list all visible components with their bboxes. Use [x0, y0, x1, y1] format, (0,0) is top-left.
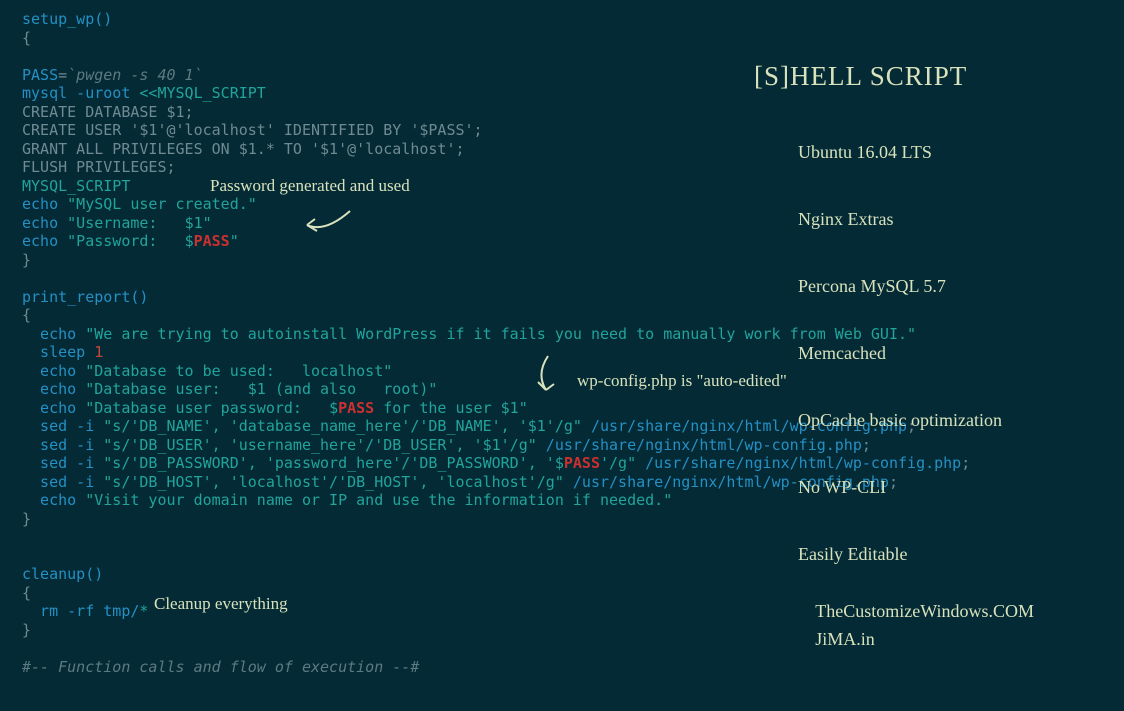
echo: echo — [22, 325, 85, 343]
sql-line: FLUSH PRIVILEGES; — [22, 158, 176, 176]
glob-star: * — [139, 602, 148, 620]
panel-item: Percona MySQL 5.7 — [798, 271, 1084, 301]
sql-line: GRANT ALL PRIVILEGES ON $1.* TO '$1'@'lo… — [22, 140, 465, 158]
brace: } — [22, 251, 31, 269]
string: "s/'DB_USER', 'username_here'/'DB_USER',… — [103, 436, 482, 454]
panel-item: Memcached — [798, 338, 1084, 368]
brace: } — [22, 510, 31, 528]
string: "Database to be used: localhost" — [85, 362, 392, 380]
string: "Database user: — [85, 380, 248, 398]
string: '/g" — [600, 454, 636, 472]
sed: sed -i — [22, 473, 103, 491]
string: '/g" — [546, 417, 582, 435]
fn-cleanup: cleanup() — [22, 565, 103, 583]
echo: echo — [22, 380, 85, 398]
string: for the user — [374, 399, 500, 417]
string: " — [519, 399, 528, 417]
var-pass: PASS — [22, 66, 58, 84]
arg-1: $1 — [483, 436, 501, 454]
panel-item: Nginx Extras — [798, 204, 1084, 234]
sed: sed -i — [22, 454, 103, 472]
arg-1: $1 — [185, 214, 203, 232]
panel-item: Ubuntu 16.04 LTS — [798, 137, 1084, 167]
space — [582, 417, 591, 435]
sed: sed -i — [22, 436, 103, 454]
footer-credits: TheCustomizeWindows.COM JiMA.in — [815, 597, 1034, 653]
string: (and also root)" — [266, 380, 438, 398]
footer-line: JiMA.in — [815, 625, 1034, 653]
space — [537, 436, 546, 454]
panel-item: No WP-CLI — [798, 472, 1084, 502]
info-panel: [S]HELL SCRIPT Ubuntu 16.04 LTS Nginx Ex… — [754, 30, 1084, 587]
panel-item: Easily Editable — [798, 539, 1084, 569]
echo: echo — [22, 195, 67, 213]
arg-1: $1 — [528, 417, 546, 435]
number: 1 — [94, 343, 103, 361]
heredoc: <<MYSQL_SCRIPT — [139, 84, 265, 102]
echo: echo — [22, 232, 67, 250]
echo: echo — [22, 399, 85, 417]
dollar: $ — [329, 399, 338, 417]
echo: echo — [22, 491, 85, 509]
backtick-cmd: `pwgen -s 40 1` — [67, 66, 202, 84]
string: " — [203, 214, 212, 232]
echo: echo — [22, 214, 67, 232]
string: "Database user password: — [85, 399, 329, 417]
annotation-cleanup: Cleanup everything — [154, 595, 288, 614]
panel-title: [S]HELL SCRIPT — [754, 67, 1084, 86]
fn-print-report: print_report() — [22, 288, 148, 306]
brace: { — [22, 306, 31, 324]
var-pass-red: PASS — [194, 232, 230, 250]
panel-item: OpCache basic optimization — [798, 405, 1084, 435]
sleep: sleep — [22, 343, 94, 361]
space — [564, 473, 573, 491]
annotation-wpconfig: wp-config.php is "auto-edited" — [577, 372, 787, 391]
string: "s/'DB_HOST', 'localhost'/'DB_HOST', 'lo… — [103, 473, 564, 491]
string: '/g" — [501, 436, 537, 454]
var-pass-red: PASS — [564, 454, 600, 472]
space — [636, 454, 645, 472]
string: "Visit your domain name or IP and use th… — [85, 491, 672, 509]
rm-cmd: rm -rf tmp/ — [22, 602, 139, 620]
arg-1: $1 — [501, 399, 519, 417]
annotation-password: Password generated and used — [210, 177, 410, 196]
var-pass-red: PASS — [338, 399, 374, 417]
string: "Password: — [67, 232, 184, 250]
sed: sed -i — [22, 417, 103, 435]
comment-flow: #-- Function calls and flow of execution… — [22, 658, 419, 676]
echo: echo — [22, 362, 85, 380]
arg-1: $1 — [248, 380, 266, 398]
fn-setup-wp: setup_wp() — [22, 10, 112, 28]
dollar: $ — [555, 454, 564, 472]
brace: { — [22, 29, 31, 47]
heredoc-end: MYSQL_SCRIPT — [22, 177, 130, 195]
brace: } — [22, 621, 31, 639]
mysql-cmd: mysql -uroot — [22, 84, 139, 102]
string: "Username: — [67, 214, 184, 232]
string: " — [230, 232, 239, 250]
sql-line: CREATE USER '$1'@'localhost' IDENTIFIED … — [22, 121, 483, 139]
dollar: $ — [185, 232, 194, 250]
string: "s/'DB_PASSWORD', 'password_here'/'DB_PA… — [103, 454, 555, 472]
sql-line: CREATE DATABASE $1; — [22, 103, 194, 121]
string: "s/'DB_NAME', 'database_name_here'/'DB_N… — [103, 417, 527, 435]
string: "MySQL user created." — [67, 195, 257, 213]
footer-line: TheCustomizeWindows.COM — [815, 597, 1034, 625]
eq: = — [58, 66, 67, 84]
brace: { — [22, 584, 31, 602]
